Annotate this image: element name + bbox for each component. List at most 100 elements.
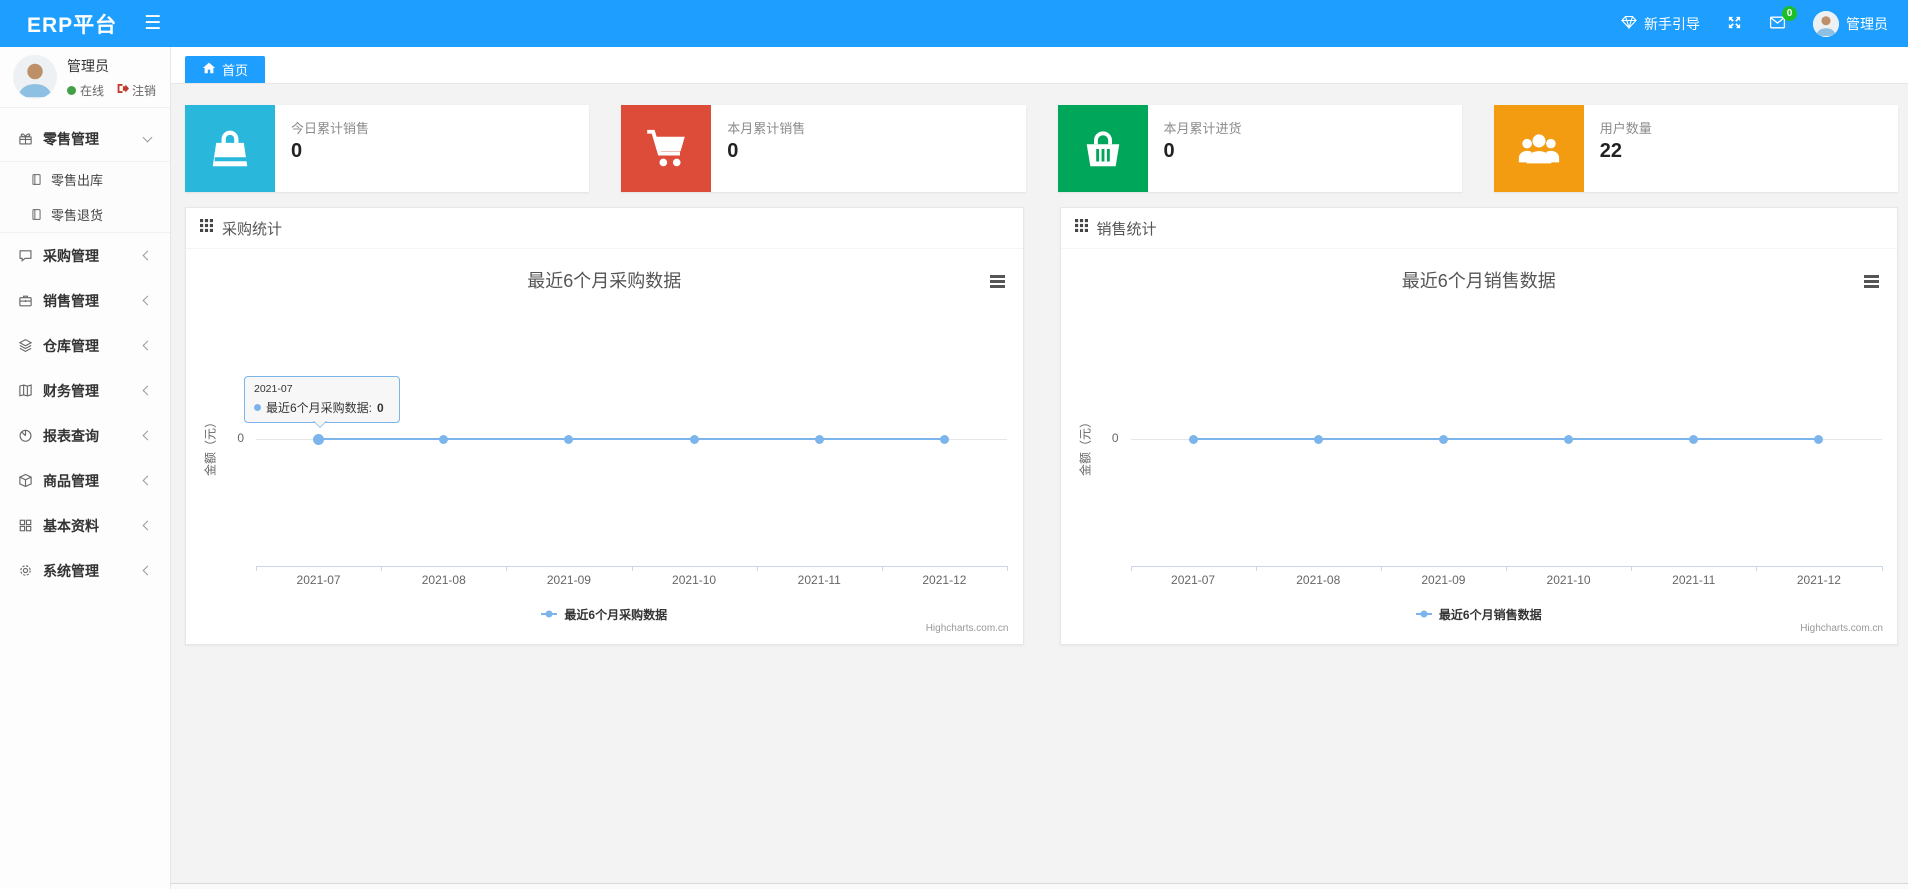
avatar [1813,10,1839,37]
sidebar-item-box[interactable]: 商品管理 [0,458,170,503]
data-point-marker[interactable] [1689,434,1699,444]
chevron-left-icon [142,475,153,486]
y-axis-title: 金额（元） [203,415,218,477]
tooltip-value: 0 [377,400,384,415]
sidebar-item-grid[interactable]: 基本资料 [0,503,170,548]
data-point-marker[interactable] [939,434,949,444]
x-axis-label: 2021-11 [1672,573,1716,587]
chat-icon [18,248,33,263]
x-axis-tick [631,566,633,571]
tooltip-series: 最近6个月采购数据: [266,401,373,415]
messages-button[interactable]: 0 [1769,5,1797,34]
book-icon [18,383,33,398]
chevron-left-icon [142,430,153,441]
panel-sales-stats: 销售统计 最近6个月销售数据 金额（元） 0 2021-07 2021-08 2021-0… [1059,207,1898,645]
chart-credits[interactable]: Highcharts.com.cn [1800,623,1883,634]
stat-value: 0 [291,140,303,162]
x-axis-label: 2021-11 [797,573,841,587]
sidebar-item-gear[interactable]: 系统管理 [0,548,170,593]
x-axis-label: 2021-12 [1796,573,1841,587]
online-status-dot [67,85,76,95]
chart-credits[interactable]: Highcharts.com.cn [926,623,1009,634]
grid-dots-icon [1074,219,1088,237]
x-axis-label: 2021-08 [1296,573,1341,587]
stat-value: 0 [727,140,739,162]
user-name: 管理员 [67,57,109,74]
cart-icon [621,105,712,192]
series-line [1193,438,1819,440]
chevron-left-icon [142,385,153,396]
stat-cards-row: 今日累计销售 0 本月累计销售 0 本月累计进货 0 用户数量 22 [171,84,1908,192]
logout-button[interactable]: 注销 [116,82,156,99]
y-axis-tick: 0 [237,431,244,445]
data-point-marker[interactable] [1313,434,1323,444]
app-logo: ERP平台 [27,13,118,37]
stat-card: 本月累计进货 0 [1057,105,1462,192]
series-line [318,438,945,440]
sidebar-item-layers[interactable]: 仓库管理 [0,323,170,368]
sidebar-menu: 零售管理 零售出库 零售退货 采购管理 销售管理 仓库管理 财务管理 报表查询 商品管理 基本资料… [0,108,170,593]
sales-chart: 最近6个月销售数据 金额（元） 0 2021-07 2021-08 2021-09 2021… [1061,249,1898,644]
fullscreen-button[interactable] [1727,15,1742,33]
guide-button[interactable]: 新手引导 [1621,14,1700,34]
sidebar-subitem[interactable]: 零售出库 [0,162,170,197]
sidebar-item-chat[interactable]: 采购管理 [0,233,170,278]
data-point-marker[interactable] [1438,434,1448,444]
chevron-down-icon [142,132,153,142]
data-point-marker[interactable] [439,434,449,444]
sidebar-item-gift[interactable]: 零售管理 [0,116,170,161]
breadcrumb: 首页 [171,47,1908,84]
x-axis-tick [506,566,508,571]
chart-menu-button[interactable] [989,275,1005,290]
stat-title: 本月累计销售 [727,121,806,136]
chart-panels-row: 采购统计 最近6个月采购数据 金额（元） 0 2021-07 2021-08 2021-0… [171,192,1908,645]
x-axis-label: 2021-07 [296,573,341,587]
sidebar-item-pie[interactable]: 报表查询 [0,413,170,458]
fullscreen-icon [1727,15,1742,33]
data-point-marker[interactable] [1188,434,1198,444]
data-point-marker[interactable] [313,433,325,445]
avatar [13,55,57,99]
data-point-marker[interactable] [1814,434,1824,444]
chart-title: 最近6个月采购数据 [527,271,682,291]
sidebar-subitem[interactable]: 零售退货 [0,197,170,232]
logout-icon [116,82,130,98]
top-navbar: ERP平台 ☰ 新手引导 0 管理员 [0,0,1908,47]
stat-card: 今日累计销售 0 [185,105,590,192]
panel-purchase-stats: 采购统计 最近6个月采购数据 金额（元） 0 2021-07 2021-08 2021-0… [185,207,1024,645]
home-icon [202,61,216,78]
x-axis-tick [756,566,758,571]
stat-value: 22 [1599,140,1622,162]
legend-item[interactable]: 最近6个月采购数据 [541,606,667,623]
footer-divider [171,883,1908,889]
chart-tooltip: 2021-07 最近6个月采购数据: 0 [244,376,400,428]
x-axis-tick [1881,566,1883,571]
x-axis-label: 2021-09 [1421,573,1466,587]
sidebar-toggle-icon[interactable]: ☰ [144,14,161,33]
x-axis-tick [256,566,257,571]
data-point-marker[interactable] [689,434,699,444]
legend-marker-icon [1415,610,1432,618]
user-menu[interactable]: 管理员 [1813,10,1888,37]
data-point-marker[interactable] [1564,434,1574,444]
stat-title: 今日累计销售 [291,121,370,136]
data-point-marker[interactable] [814,434,824,444]
gem-icon [1621,14,1637,33]
bag-icon [185,105,275,192]
tab-home[interactable]: 首页 [185,56,266,83]
sidebar-item-briefcase[interactable]: 销售管理 [0,278,170,323]
x-axis-tick [1007,566,1008,571]
basket-icon [1057,105,1148,192]
x-axis-tick [1255,566,1257,571]
x-axis-tick [1756,566,1758,571]
data-point-marker[interactable] [564,434,574,444]
main-content: 首页 今日累计销售 0 本月累计销售 0 本月累计进货 0 用户数量 22 采购统计 最近6个… [171,47,1908,889]
stat-title: 本月累计进货 [1163,121,1242,136]
online-status-label: 在线 [80,83,105,98]
sidebar-item-book[interactable]: 财务管理 [0,368,170,413]
chart-menu-button[interactable] [1864,275,1879,290]
purchase-chart: 最近6个月采购数据 金额（元） 0 2021-07 2021-08 2021-09 2021… [186,249,1023,644]
panel-header: 采购统计 [186,208,1023,249]
legend-item[interactable]: 最近6个月销售数据 [1415,606,1542,623]
chart-title: 最近6个月销售数据 [1401,271,1556,291]
